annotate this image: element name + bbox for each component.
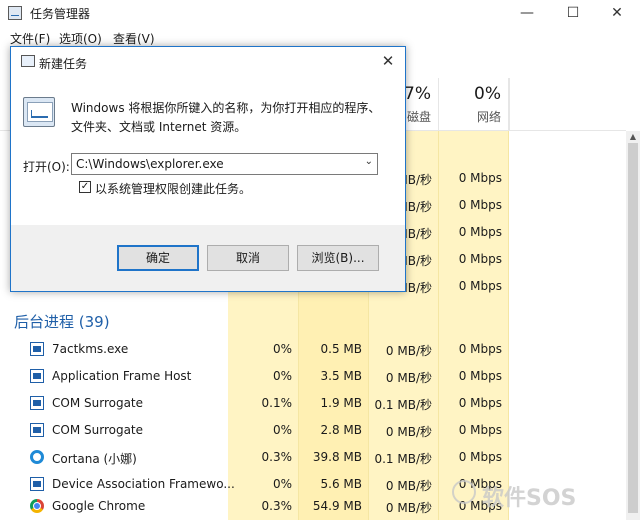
network-cell: 0 Mbps bbox=[458, 279, 502, 293]
menu-options[interactable]: 选项(O) bbox=[59, 30, 102, 47]
network-cell: 0 Mbps bbox=[458, 171, 502, 185]
cpu-cell: 0.3% bbox=[261, 450, 293, 464]
window-title: 任务管理器 bbox=[30, 7, 91, 21]
cpu-cell: 0% bbox=[272, 477, 292, 491]
process-name: COM Surrogate bbox=[52, 396, 144, 410]
memory-cell: 2.8 MB bbox=[320, 423, 362, 437]
dialog-close-button[interactable]: ✕ bbox=[375, 50, 401, 72]
dialog-title: 新建任务 bbox=[39, 57, 88, 71]
cpu-cell: 0.1% bbox=[261, 396, 293, 410]
window-icon bbox=[30, 477, 44, 491]
disk-cell: 0.1 MB/秒 bbox=[374, 452, 432, 466]
process-row[interactable]: Application Frame Host 0% 3.5 MB 0 MB/秒 … bbox=[0, 363, 626, 390]
process-name: Cortana (小娜) bbox=[52, 452, 137, 466]
memory-cell: 5.6 MB bbox=[320, 477, 362, 491]
task-manager-icon bbox=[8, 6, 22, 20]
disk-cell: 0.1 MB/秒 bbox=[374, 398, 432, 412]
memory-cell: 1.9 MB bbox=[320, 396, 362, 410]
new-task-dialog: 新建任务 ✕ Windows 将根据你所键入的名称，为你打开相应的程序、文件夹、… bbox=[10, 46, 406, 292]
process-name: Application Frame Host bbox=[52, 369, 192, 383]
cpu-cell: 0% bbox=[272, 369, 292, 383]
dialog-description: Windows 将根据你所键入的名称，为你打开相应的程序、文件夹、文档或 Int… bbox=[71, 101, 381, 134]
network-cell: 0 Mbps bbox=[458, 252, 502, 266]
process-name: Google Chrome bbox=[52, 499, 146, 513]
cortana-icon bbox=[30, 450, 44, 464]
open-combobox[interactable]: C:\Windows\explorer.exe ⌄ bbox=[71, 153, 378, 175]
process-row[interactable]: COM Surrogate 0% 2.8 MB 0 MB/秒 0 Mbps bbox=[0, 417, 626, 444]
network-cell: 0 Mbps bbox=[458, 369, 502, 383]
watermark-logo bbox=[452, 480, 476, 504]
disk-cell: 0 MB/秒 bbox=[385, 425, 432, 439]
maximize-button[interactable]: ☐ bbox=[550, 0, 596, 28]
network-cell: 0 Mbps bbox=[458, 396, 502, 410]
network-cell: 0 Mbps bbox=[458, 423, 502, 437]
network-cell: 0 Mbps bbox=[458, 342, 502, 356]
memory-cell: 54.9 MB bbox=[312, 499, 362, 513]
network-label: 网络 bbox=[476, 110, 501, 124]
window-icon bbox=[30, 396, 44, 410]
memory-cell: 3.5 MB bbox=[320, 369, 362, 383]
disk-percent: 7% bbox=[404, 84, 431, 104]
dialog-title-bar: 新建任务 ✕ bbox=[11, 47, 405, 77]
column-header-network[interactable]: 0% 网络 bbox=[438, 78, 509, 130]
chevron-down-icon[interactable]: ⌄ bbox=[365, 156, 373, 167]
column-divider bbox=[508, 78, 510, 130]
memory-cell: 39.8 MB bbox=[312, 450, 362, 464]
process-name: 7actkms.exe bbox=[52, 342, 129, 356]
menu-view[interactable]: 查看(V) bbox=[113, 30, 155, 47]
browse-button[interactable]: 浏览(B)... bbox=[297, 245, 379, 271]
admin-checkbox-label[interactable]: 以系统管理权限创建此任务。 bbox=[95, 180, 251, 197]
admin-checkbox[interactable]: ✓ bbox=[79, 181, 91, 193]
watermark-text: 软件SOS bbox=[482, 486, 577, 511]
window-icon bbox=[30, 342, 44, 356]
memory-cell: 0.5 MB bbox=[320, 342, 362, 356]
minimize-button[interactable]: — bbox=[504, 0, 550, 28]
window-icon bbox=[30, 369, 44, 383]
network-percent: 0% bbox=[474, 84, 501, 104]
run-program-icon bbox=[23, 97, 55, 127]
cancel-button[interactable]: 取消 bbox=[207, 245, 289, 271]
disk-cell: 0 MB/秒 bbox=[385, 344, 432, 358]
process-row[interactable]: Cortana (小娜) 0.3% 39.8 MB 0.1 MB/秒 0 Mbp… bbox=[0, 444, 626, 471]
network-cell: 0 Mbps bbox=[458, 225, 502, 239]
cpu-cell: 0% bbox=[272, 342, 292, 356]
disk-label: 磁盘 bbox=[406, 110, 431, 124]
disk-cell: 0 MB/秒 bbox=[385, 501, 432, 515]
process-row[interactable]: COM Surrogate 0.1% 1.9 MB 0.1 MB/秒 0 Mbp… bbox=[0, 390, 626, 417]
open-label: 打开(O): bbox=[23, 160, 70, 174]
run-icon bbox=[21, 55, 35, 67]
network-cell: 0 Mbps bbox=[458, 450, 502, 464]
cpu-cell: 0% bbox=[272, 423, 292, 437]
scroll-up-arrow-icon[interactable]: ▲ bbox=[626, 131, 640, 143]
network-cell: 0 Mbps bbox=[458, 198, 502, 212]
process-name: Device Association Framewo... bbox=[52, 477, 235, 491]
process-name: COM Surrogate bbox=[52, 423, 144, 437]
menu-bar: 文件(F) 选项(O) 查看(V) bbox=[0, 28, 640, 48]
window-icon bbox=[30, 423, 44, 437]
background-processes-heading[interactable]: 后台进程 (39) bbox=[14, 311, 110, 332]
menu-file[interactable]: 文件(F) bbox=[10, 30, 50, 47]
close-button[interactable]: ✕ bbox=[594, 0, 640, 28]
chrome-icon bbox=[30, 499, 44, 513]
open-input-value[interactable]: C:\Windows\explorer.exe bbox=[76, 157, 224, 171]
title-bar: 任务管理器 — ☐ ✕ bbox=[0, 0, 640, 28]
process-row[interactable]: 7actkms.exe 0% 0.5 MB 0 MB/秒 0 Mbps bbox=[0, 336, 626, 363]
disk-cell: 0 MB/秒 bbox=[385, 371, 432, 385]
scrollbar-thumb[interactable] bbox=[628, 143, 638, 513]
ok-button[interactable]: 确定 bbox=[117, 245, 199, 271]
cpu-cell: 0.3% bbox=[261, 499, 293, 513]
disk-cell: 0 MB/秒 bbox=[385, 479, 432, 493]
